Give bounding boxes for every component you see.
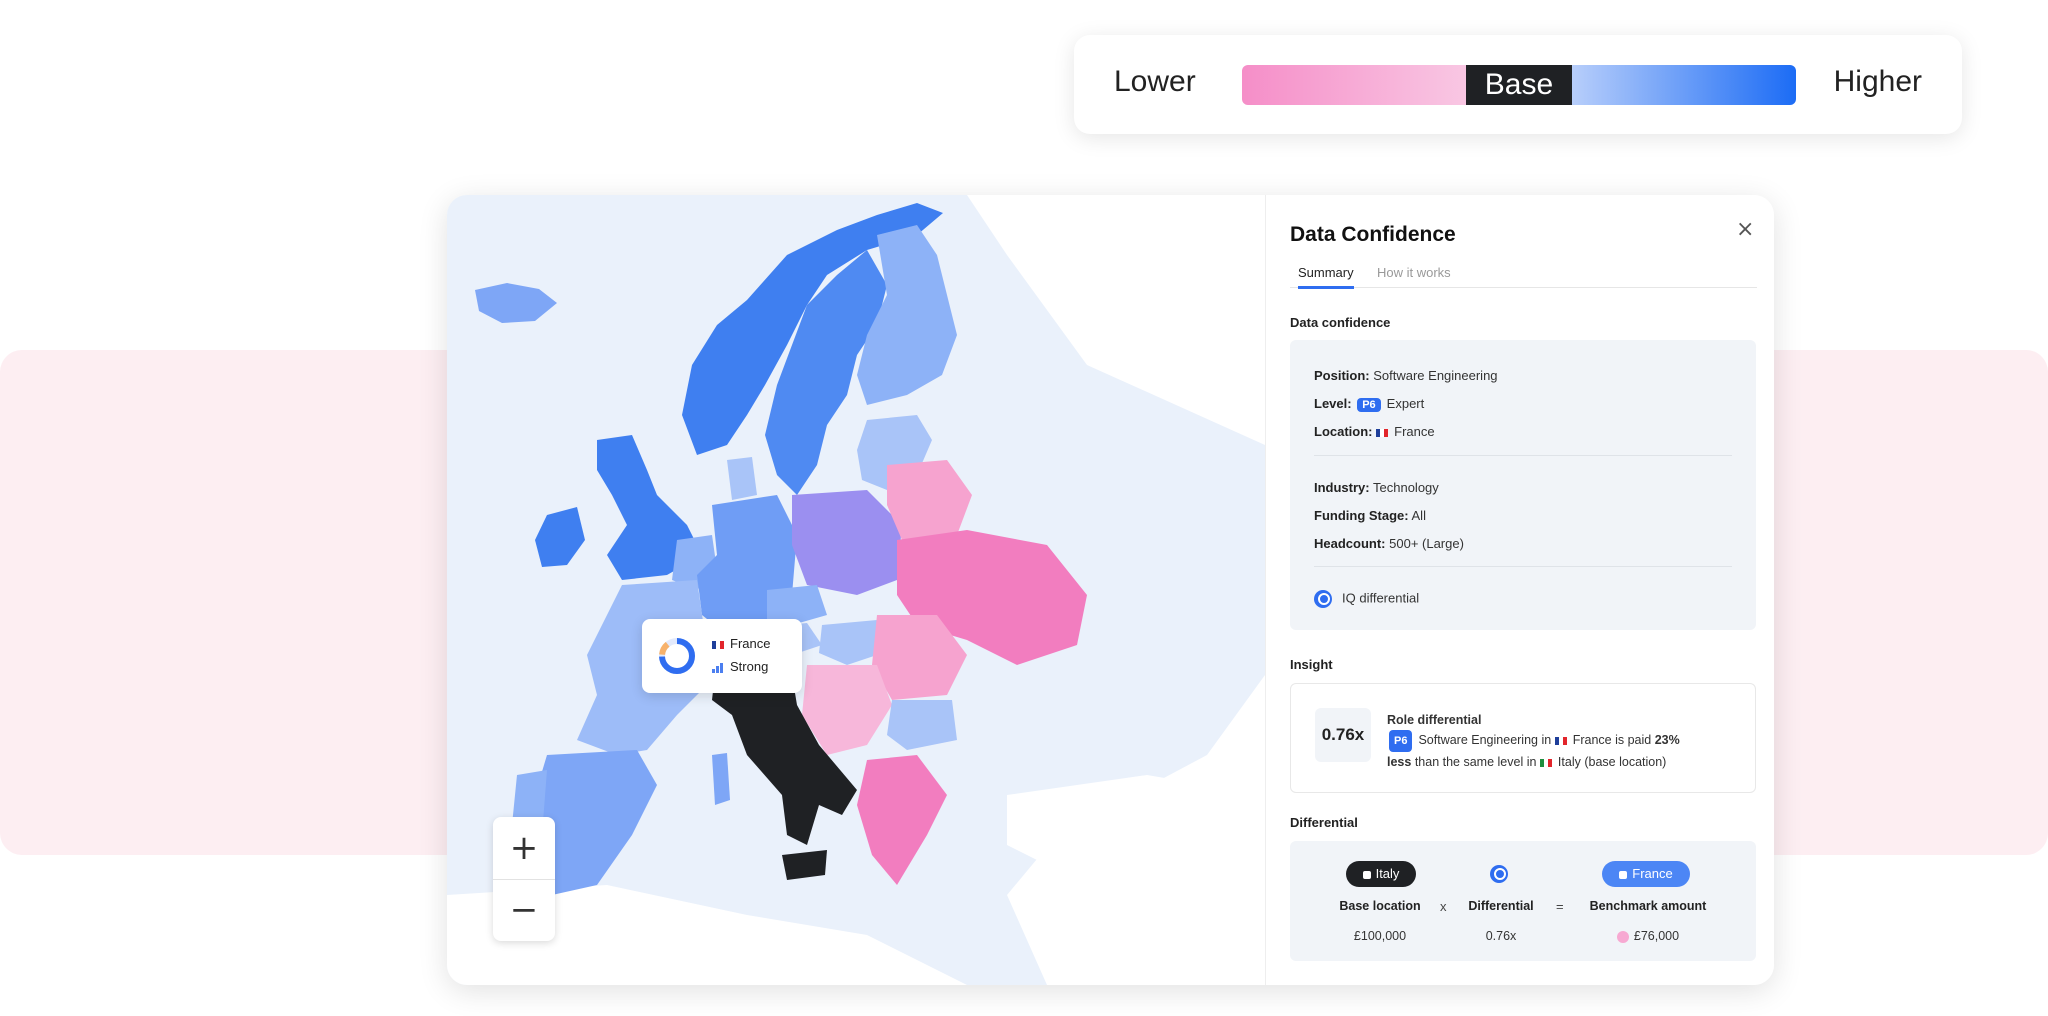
country-bulgaria [887,700,957,750]
funding-row: Funding Stage: All [1314,508,1426,523]
close-icon[interactable]: × [1736,217,1754,242]
divider [1314,566,1732,567]
location-row: Location: France [1314,424,1435,439]
zoom-controls: + − [493,817,555,941]
base-location-label: Base location [1339,899,1421,913]
zoom-out-button[interactable]: − [493,879,555,941]
insight-level-chip: P6 [1389,730,1413,752]
country-greece [857,755,947,885]
globe-icon [1490,865,1508,883]
country-poland [792,490,902,595]
insight-box: 0.76x Role differential P6 Software Engin… [1290,683,1756,793]
legend-base-label: Base [1466,65,1572,105]
section-differential: Differential [1290,815,1358,830]
equals-sign: = [1556,899,1564,914]
panel-tabs: Summary How it works [1290,265,1757,289]
headcount-row: Headcount: 500+ (Large) [1314,536,1464,551]
signal-bars-icon [712,662,724,673]
tooltip-country: France [730,636,771,651]
country-sardinia [712,753,730,805]
level-row: Level: P6 Expert [1314,396,1425,412]
multiply-sign: x [1440,899,1447,914]
country-denmark [727,457,757,500]
country-iceland [475,283,557,323]
tooltip-strength-row: Strong [712,659,768,674]
tab-how-it-works[interactable]: How it works [1377,265,1451,286]
benchmark-pill: France [1602,861,1690,887]
color-legend: Lower Base Higher [1074,35,1962,134]
insight-text: Role differential P6 Software Engineering… [1387,713,1680,769]
globe-icon [1314,590,1332,608]
section-insight: Insight [1290,657,1333,672]
country-ireland [535,507,585,567]
divider [1314,455,1732,456]
base-location-pill: Italy [1346,861,1416,887]
level-chip: P6 [1357,398,1381,412]
france-flag-icon [712,640,724,649]
map-card: France Strong + − Data Confidence × Summ… [447,195,1774,985]
benchmark-amount-label: Benchmark amount [1589,899,1707,913]
france-flag-icon [1554,736,1567,745]
europe-map[interactable]: France Strong + − [447,195,1265,985]
iq-differential-row[interactable]: IQ differential [1314,590,1419,608]
panel-title: Data Confidence [1290,223,1456,246]
position-row: Position: Software Engineering [1314,368,1498,383]
differential-label: Differential [1468,899,1534,913]
zoom-in-button[interactable]: + [493,817,555,880]
industry-row: Industry: Technology [1314,480,1439,495]
coin-icon [1616,930,1629,943]
country-tooltip: France Strong [642,619,802,693]
country-sicily [782,850,827,880]
italy-flag-icon [1539,758,1552,767]
tooltip-confidence: Strong [730,659,769,674]
country-belarus [887,460,972,540]
differential-box: Italy France Base location x Differentia… [1290,841,1756,961]
section-data-confidence: Data confidence [1290,315,1391,330]
insight-value: 0.76x [1315,708,1371,762]
france-flag-icon [1376,428,1389,437]
legend-higher-label: Higher [1833,65,1922,98]
benchmark-amount-value: £76,000 [1578,929,1718,943]
confidence-ring-icon [659,638,695,674]
data-confidence-panel: Data Confidence × Summary How it works D… [1265,195,1774,985]
insight-title: Role differential [1387,713,1482,727]
legend-gradient-bar: Base [1242,65,1796,105]
legend-lower-label: Lower [1114,65,1196,98]
tab-summary[interactable]: Summary [1298,265,1354,289]
map-canvas [447,195,1265,985]
tooltip-country-row: France [712,636,770,651]
base-location-value: £100,000 [1353,929,1407,943]
differential-value: 0.76x [1485,929,1517,943]
confidence-details-box: Position: Software Engineering Level: P6… [1290,340,1756,630]
